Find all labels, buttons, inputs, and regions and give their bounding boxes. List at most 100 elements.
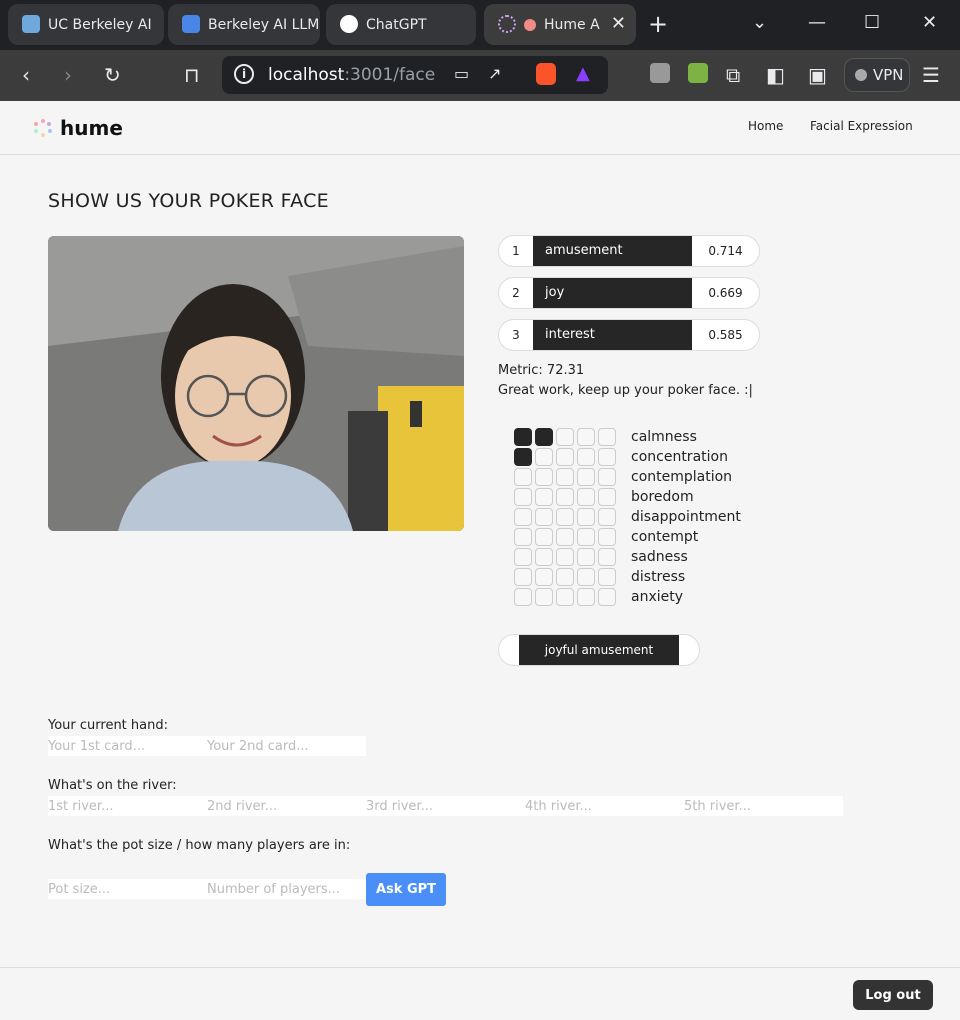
app-header: hume Home Facial Expression [0, 101, 960, 155]
emotion-level-cell [514, 488, 532, 506]
emotion-level-cell [598, 428, 616, 446]
emotion-level-cell [598, 488, 616, 506]
emotion-level-cell [577, 528, 595, 546]
emotion-level-cell [535, 548, 553, 566]
emotion-level-cell [535, 448, 553, 466]
emotion-grid-row: contempt [514, 528, 754, 548]
river4-input[interactable] [525, 796, 684, 816]
hume-icon [498, 15, 516, 33]
emotion-label: concentration [631, 449, 728, 465]
emotion-level-cell [577, 468, 595, 486]
menu-icon[interactable]: ☰ [922, 63, 940, 87]
emotion-label: boredom [631, 489, 694, 505]
emotion-level-cell [556, 488, 574, 506]
emotion-level-cell [577, 448, 595, 466]
nav-home[interactable]: Home [748, 119, 783, 133]
emotion-level-cell [535, 508, 553, 526]
hume-logo[interactable]: hume [34, 116, 123, 140]
emotion-level-cell [556, 588, 574, 606]
share-icon[interactable]: ↗ [488, 64, 501, 83]
emotion-level-cell [598, 448, 616, 466]
emotion-label: calmness [631, 429, 697, 445]
emotion-level-cell [598, 508, 616, 526]
openai-icon [340, 15, 358, 33]
river2-input[interactable] [207, 796, 366, 816]
browser-toolbar: ‹ › ↻ ⊓ i localhost:3001/face ▭ ↗ ▲ ⧉ ◧ … [0, 50, 960, 101]
close-window-icon[interactable]: ✕ [922, 12, 937, 33]
river5-input[interactable] [684, 796, 843, 816]
brave-shield-icon[interactable] [536, 63, 556, 85]
emotion-level-cell [556, 548, 574, 566]
emotion-level-cell [535, 588, 553, 606]
tab-chatgpt[interactable]: ChatGPT [326, 4, 476, 45]
emotion-level-cell [556, 448, 574, 466]
sidebar-icon[interactable]: ◧ [766, 63, 785, 87]
maximize-icon[interactable]: ☐ [864, 12, 880, 33]
ask-gpt-button[interactable]: Ask GPT [366, 873, 446, 906]
tab-search-icon[interactable]: ⌄ [752, 12, 767, 33]
tab-berkeley-ai-llm[interactable]: Berkeley AI LLM [168, 4, 320, 45]
emotion-grid-row: distress [514, 568, 754, 588]
emotion-summary: joyful amusement [498, 634, 700, 666]
close-tab-icon[interactable]: ✕ [611, 13, 626, 34]
emotion-label: anxiety [631, 589, 684, 605]
emotion-level-cell [556, 568, 574, 586]
top-emotion-3: 3 interest 0.585 [498, 319, 760, 351]
emotion-grid-row: contemplation [514, 468, 754, 488]
site-info-icon[interactable]: i [234, 64, 254, 84]
pot-size-input[interactable] [48, 879, 207, 899]
tab-hume[interactable]: Hume A ✕ [484, 4, 636, 45]
forward-icon[interactable]: › [64, 63, 72, 87]
card1-input[interactable] [48, 736, 207, 756]
river3-input[interactable] [366, 796, 525, 816]
emotion-level-cell [577, 508, 595, 526]
emotion-level-cell [514, 528, 532, 546]
emotion-level-cell [556, 528, 574, 546]
river1-input[interactable] [48, 796, 207, 816]
tab-uc-berkeley[interactable]: UC Berkeley AI [8, 4, 164, 45]
nav-facial-expression[interactable]: Facial Expression [810, 119, 913, 133]
back-icon[interactable]: ‹ [22, 63, 30, 87]
emotion-level-cell [535, 488, 553, 506]
emotion-level-cell [598, 468, 616, 486]
emotion-level-cell [514, 428, 532, 446]
logout-button[interactable]: Log out [853, 980, 933, 1010]
feedback-message: Great work, keep up your poker face. :| [498, 383, 753, 398]
emotion-label: contempt [631, 529, 699, 545]
emotion-level-cell [535, 528, 553, 546]
address-bar[interactable]: i localhost:3001/face ▭ ↗ ▲ [222, 56, 608, 94]
camera-icon[interactable]: ▭ [454, 64, 469, 83]
players-input[interactable] [207, 879, 366, 899]
emotion-grid-row: sadness [514, 548, 754, 568]
emotion-level-cell [514, 548, 532, 566]
vpn-button[interactable]: VPN [844, 58, 910, 92]
bookmark-icon[interactable]: ⊓ [184, 63, 200, 87]
emotion-grid-row: disappointment [514, 508, 754, 528]
emotion-label: sadness [631, 549, 688, 565]
new-tab-icon[interactable]: + [648, 10, 668, 38]
reload-icon[interactable]: ↻ [104, 63, 121, 87]
emotion-level-cell [514, 508, 532, 526]
minimize-icon[interactable]: — [808, 12, 826, 33]
wallet-icon[interactable]: ▣ [808, 63, 827, 87]
emotion-level-cell [556, 468, 574, 486]
card2-input[interactable] [207, 736, 366, 756]
extension-2-icon[interactable] [688, 63, 708, 83]
emotion-level-cell [598, 528, 616, 546]
emotion-level-cell [514, 568, 532, 586]
emotion-grid-row: anxiety [514, 588, 754, 608]
emotion-level-cell [598, 548, 616, 566]
emotion-grid-row: concentration [514, 448, 754, 468]
emotion-level-cell [577, 488, 595, 506]
extensions-puzzle-icon[interactable]: ⧉ [726, 63, 740, 87]
page-title: SHOW US YOUR POKER FACE [48, 190, 329, 212]
emotion-level-cell [556, 508, 574, 526]
browser-tab-bar: UC Berkeley AI Berkeley AI LLM ChatGPT H… [0, 0, 960, 50]
vpn-status-icon [855, 69, 867, 81]
emotion-label: disappointment [631, 509, 741, 525]
extension-icon[interactable] [650, 63, 670, 83]
recording-icon [524, 18, 536, 31]
hand-label: Your current hand: [48, 718, 168, 733]
brave-rewards-icon[interactable]: ▲ [576, 63, 590, 84]
webcam-feed [48, 236, 464, 531]
